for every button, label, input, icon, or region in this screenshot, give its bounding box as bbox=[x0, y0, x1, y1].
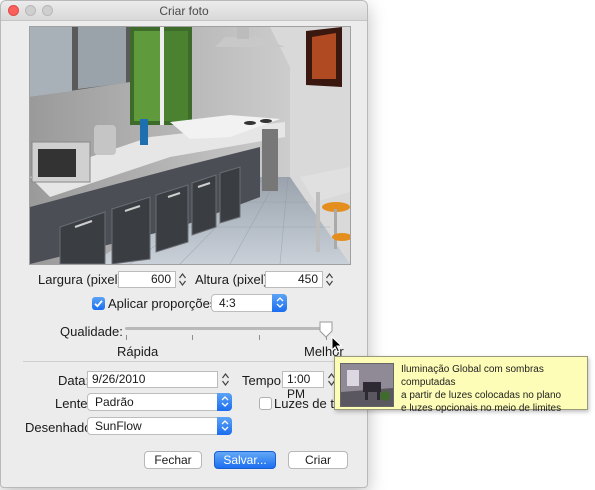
ceiling-lights-checkbox[interactable] bbox=[259, 397, 272, 410]
save-button[interactable]: Salvar... bbox=[214, 451, 276, 469]
date-label: Data: bbox=[58, 373, 90, 388]
lens-select[interactable]: Padrão bbox=[87, 393, 232, 411]
checkmark-icon bbox=[94, 300, 103, 308]
quality-slider-track[interactable] bbox=[125, 327, 331, 330]
quality-min-label: Rápida bbox=[117, 344, 159, 359]
width-label: Largura (pixel): bbox=[38, 272, 126, 287]
tooltip-line-3: e luzes opcionais no meio de limites bbox=[401, 403, 562, 414]
create-button[interactable]: Criar bbox=[288, 451, 348, 469]
create-photo-dialog: Criar foto Largura (pixel): 600 Altura (… bbox=[0, 0, 368, 488]
apply-proportions-label: Aplicar proporções: bbox=[108, 296, 220, 311]
time-label: Tempo: bbox=[242, 373, 285, 388]
window-title: Criar foto bbox=[159, 4, 209, 18]
quality-tick bbox=[259, 335, 260, 340]
tooltip-line-2: a partir de luzes colocadas no plano bbox=[401, 390, 562, 401]
lens-select-value: Padrão bbox=[95, 395, 134, 409]
height-label: Altura (pixel): bbox=[195, 272, 272, 287]
quality-tick bbox=[126, 335, 127, 340]
ratio-select-value: 4:3 bbox=[219, 296, 236, 310]
tooltip-line-1: Iluminação Global com sombras computadas bbox=[401, 364, 544, 388]
photo-preview bbox=[29, 26, 351, 265]
tooltip-preview-image bbox=[340, 363, 394, 407]
renderer-select-value: SunFlow bbox=[95, 419, 142, 433]
width-stepper[interactable] bbox=[178, 271, 187, 288]
quality-tick bbox=[192, 335, 193, 340]
renderer-tooltip: Iluminação Global com sombras computadas… bbox=[334, 356, 588, 414]
popup-arrows-icon bbox=[272, 294, 287, 312]
popup-arrows-icon bbox=[217, 393, 232, 411]
ratio-select[interactable]: 4:3 bbox=[211, 294, 287, 312]
title-bar[interactable]: Criar foto bbox=[1, 1, 367, 21]
close-button[interactable]: Fechar bbox=[144, 451, 202, 469]
mouse-pointer-icon bbox=[331, 335, 343, 356]
height-stepper[interactable] bbox=[325, 271, 334, 288]
date-stepper[interactable] bbox=[221, 371, 230, 388]
lens-label: Lente: bbox=[55, 396, 92, 411]
date-field[interactable]: 9/26/2010 bbox=[87, 371, 218, 388]
height-field[interactable]: 450 bbox=[265, 271, 323, 288]
time-field[interactable]: 1:00 PM bbox=[282, 371, 324, 401]
separator bbox=[23, 361, 349, 362]
width-field[interactable]: 600 bbox=[118, 271, 176, 288]
popup-arrows-icon bbox=[217, 417, 232, 435]
apply-proportions-checkbox[interactable] bbox=[92, 297, 105, 310]
renderer-select[interactable]: SunFlow bbox=[87, 417, 232, 435]
quality-label: Qualidade: bbox=[60, 324, 123, 339]
